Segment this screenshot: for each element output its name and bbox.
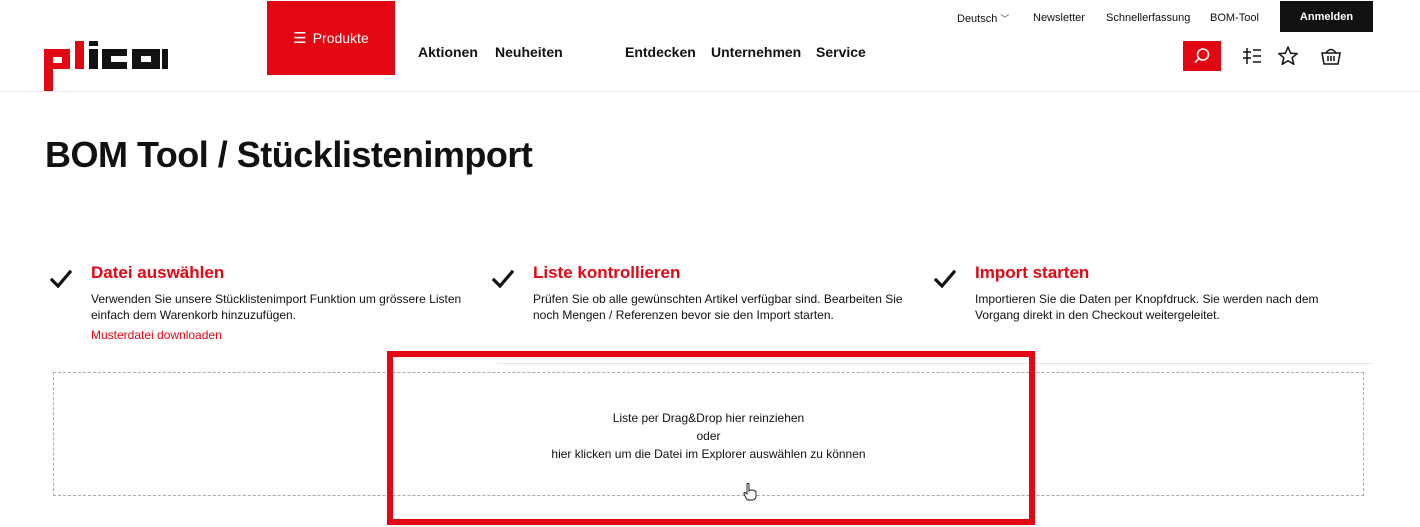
nav-unternehmen[interactable]: Unternehmen — [711, 44, 801, 60]
checkmark-icon — [934, 269, 956, 289]
language-label: Deutsch — [957, 13, 998, 25]
nav-aktionen[interactable]: Aktionen — [418, 44, 478, 60]
basket-button[interactable] — [1320, 45, 1342, 67]
nav-produkte-label: Produkte — [312, 30, 369, 46]
search-icon — [1194, 48, 1210, 64]
dropzone-line-drag: Liste per Drag&Drop hier reinziehen — [612, 411, 805, 425]
dropzone-line-or: oder — [696, 429, 721, 443]
site-header: ☰ Produkte Aktionen Neuheiten Entdecken … — [0, 0, 1420, 92]
nav-entdecken[interactable]: Entdecken — [625, 44, 696, 60]
topbar-newsletter-link[interactable]: Newsletter — [1033, 12, 1085, 24]
search-button[interactable] — [1183, 41, 1221, 71]
file-dropzone[interactable]: Liste per Drag&Drop hier reinziehen oder… — [53, 372, 1364, 496]
star-icon — [1278, 46, 1298, 66]
checkmark-icon — [492, 269, 514, 289]
nav-neuheiten[interactable]: Neuheiten — [495, 44, 563, 60]
checkmark-icon — [50, 269, 72, 289]
dropzone-line-click: hier klicken um die Datei im Explorer au… — [551, 447, 866, 461]
compare-button[interactable] — [1241, 45, 1263, 67]
language-selector[interactable]: Deutsch ﹀ — [957, 12, 1009, 25]
topbar-schnellerfassung-link[interactable]: Schnellerfassung — [1106, 12, 1190, 24]
step-title: Import starten — [975, 263, 1090, 282]
plica-logo[interactable] — [44, 41, 168, 91]
chevron-down-icon: ﹀ — [1000, 14, 1010, 24]
wishlist-button[interactable] — [1277, 45, 1299, 67]
nav-service[interactable]: Service — [816, 44, 866, 60]
step-description: Prüfen Sie ob alle gewünschten Artikel v… — [533, 292, 903, 322]
step-description: Verwenden Sie unsere Stücklistenimport F… — [91, 292, 462, 322]
nav-produkte-button[interactable]: ☰ Produkte — [267, 1, 395, 75]
menu-icon: ☰ — [293, 29, 307, 47]
step-title: Liste kontrollieren — [533, 263, 681, 282]
plica-logo-mark — [44, 41, 168, 91]
login-button[interactable]: Anmelden — [1280, 1, 1373, 32]
divider — [497, 363, 1373, 364]
step-description: Importieren Sie die Daten per Knopfdruck… — [975, 292, 1319, 322]
page-title: BOM Tool / Stücklistenimport — [45, 134, 533, 175]
topbar-bom-tool-link[interactable]: BOM-Tool — [1210, 12, 1259, 24]
hand-cursor-icon — [743, 483, 757, 501]
compare-icon — [1243, 48, 1261, 64]
step-title: Datei auswählen — [91, 263, 225, 282]
download-sample-link[interactable]: Musterdatei downloaden — [91, 328, 222, 342]
basket-icon — [1321, 48, 1341, 65]
dropzone-instructions: Liste per Drag&Drop hier reinziehen oder… — [54, 409, 1363, 463]
